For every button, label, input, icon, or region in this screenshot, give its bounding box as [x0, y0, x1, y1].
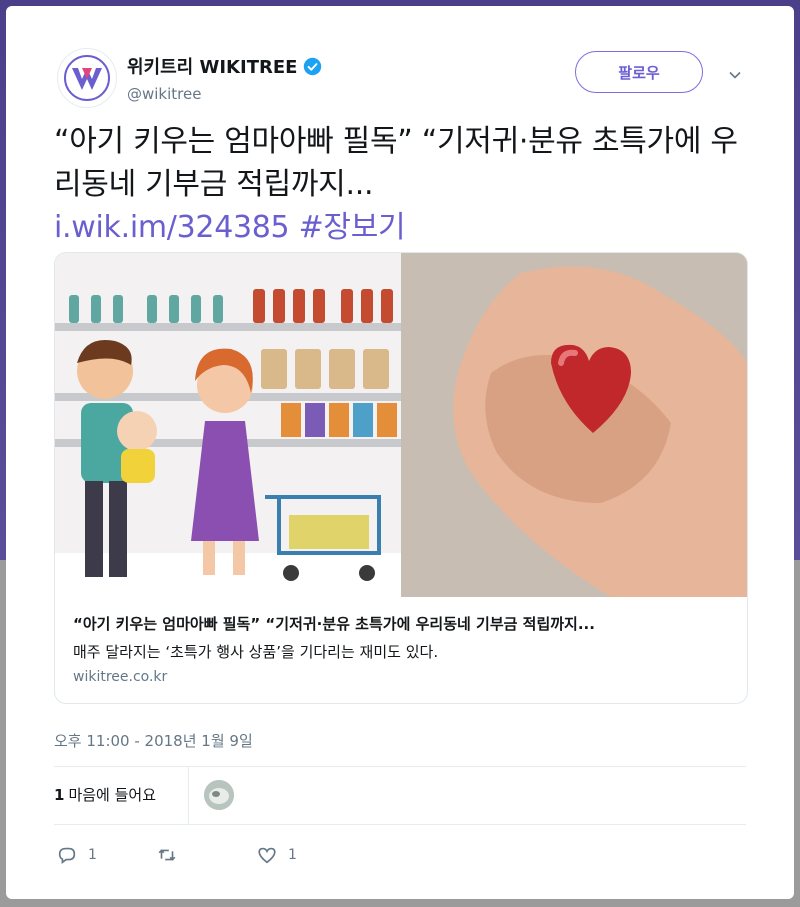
like-action[interactable]: 1	[256, 844, 297, 866]
liker-avatar[interactable]	[204, 780, 234, 810]
tweet-link[interactable]: i.wik.im/324385	[54, 210, 290, 245]
retweet-icon	[158, 849, 176, 861]
reply-icon	[58, 847, 76, 864]
divider-top	[54, 766, 746, 767]
chevron-down-icon[interactable]	[728, 68, 742, 82]
card-description: 매주 달라지는 ‘초특가 행사 상품’을 기다리는 재미도 있다.	[73, 643, 439, 661]
reply-count: 1	[88, 847, 97, 863]
tweet-card: 위키트리 WIKITREE @wikitree 팔로우 “아기 키우는 엄마아빠…	[6, 6, 794, 899]
tweet-body: “아기 키우는 엄마아빠 필독” “기저귀·분유 초특가에 우리동네 기부금 적…	[54, 124, 738, 202]
like-count: 1	[288, 847, 297, 863]
tweet-text: “아기 키우는 엄마아빠 필독” “기저귀·분유 초특가에 우리동네 기부금 적…	[54, 120, 754, 249]
wikitree-logo-icon	[64, 55, 110, 101]
account-handle[interactable]: @wikitree	[127, 85, 201, 103]
likes-count: 1	[54, 786, 65, 804]
supermarket-family-image	[55, 253, 401, 597]
divider-bottom	[54, 824, 746, 825]
link-preview-card[interactable]: “아기 키우는 엄마아빠 필독” “기저귀·분유 초특가에 우리동네 기부금 적…	[54, 252, 748, 704]
likes-summary[interactable]: 1 마음에 들어요	[54, 784, 156, 805]
profile-avatar[interactable]	[57, 48, 117, 108]
likes-divider	[188, 766, 189, 824]
hands-heart-image	[401, 253, 747, 597]
account-name[interactable]: 위키트리 WIKITREE	[127, 53, 297, 79]
card-title[interactable]: “아기 키우는 엄마아빠 필독” “기저귀·분유 초특가에 우리동네 기부금 적…	[73, 613, 733, 634]
likes-label: 마음에 들어요	[68, 786, 157, 804]
reply-action[interactable]: 1	[56, 844, 97, 866]
tweet-hashtag[interactable]: #장보기	[299, 210, 406, 245]
card-domain: wikitree.co.kr	[73, 669, 168, 685]
follow-button[interactable]: 팔로우	[575, 51, 703, 93]
tweet-timestamp[interactable]: 오후 11:00 - 2018년 1월 9일	[54, 730, 253, 751]
heart-icon	[258, 847, 276, 864]
account-name-row[interactable]: 위키트리 WIKITREE	[127, 53, 322, 79]
retweet-action[interactable]	[156, 844, 188, 866]
verified-badge-icon	[304, 57, 322, 75]
